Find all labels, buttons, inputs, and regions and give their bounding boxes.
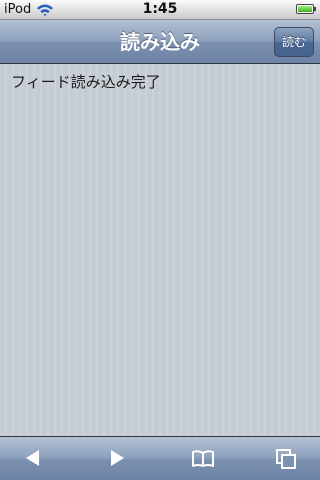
back-button[interactable] xyxy=(11,437,55,480)
battery-level xyxy=(298,6,312,12)
pages-button[interactable] xyxy=(263,437,307,480)
status-bar: iPod 1:45 xyxy=(0,0,320,20)
forward-button[interactable] xyxy=(95,437,139,480)
status-time: 1:45 xyxy=(142,1,178,17)
read-button[interactable]: 読む xyxy=(274,27,314,57)
bottom-toolbar xyxy=(0,436,320,480)
bookmarks-button[interactable] xyxy=(179,437,223,480)
content-area: フィード読み込み完了 xyxy=(0,64,320,436)
bookmarks-icon xyxy=(192,450,214,467)
navigation-bar: 読み込み xyxy=(0,20,320,64)
page-title: 読み込み xyxy=(120,30,200,54)
forward-arrow-icon xyxy=(111,450,124,466)
status-message: フィード読み込み完了 xyxy=(11,73,161,91)
battery-icon xyxy=(296,4,314,14)
battery-tip xyxy=(314,7,316,11)
back-arrow-icon xyxy=(26,450,39,466)
pages-icon xyxy=(276,449,296,469)
